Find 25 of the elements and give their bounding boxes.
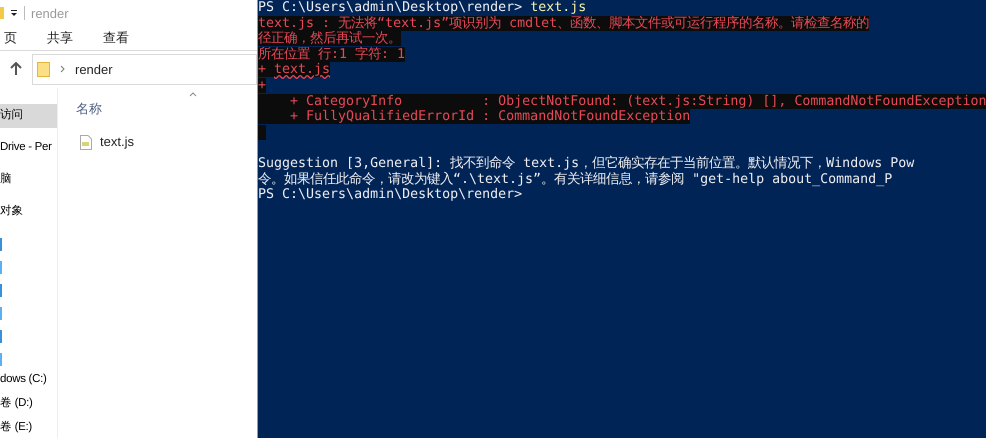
sidebar-item[interactable]: 访问 [0, 104, 57, 128]
sidebar-item[interactable]: dows (C:) [0, 370, 57, 390]
sidebar-item[interactable]: 脑 [0, 168, 57, 192]
column-header[interactable]: 名称 [76, 98, 257, 118]
up-arrow-icon[interactable] [10, 62, 22, 76]
output-line: Suggestion [3,General]: 找不到命令 text.js，但它确实存在于当前位置。默认情况下，Windows Pow [258, 156, 914, 171]
sidebar-item[interactable]: 卷 (D:) [0, 394, 57, 414]
window-title: render [31, 4, 69, 23]
output-line: 令。如果信任此命令，请改为键入“.\text.js”。有关详细信息，请参阅 "get-help about_Command_P [258, 172, 892, 187]
selection-block [258, 124, 266, 140]
ribbon-tab[interactable]: 共享 [47, 28, 73, 48]
ribbon-tab[interactable]: 查看 [103, 28, 129, 48]
address-bar[interactable]: render [32, 54, 257, 85]
sort-caret-icon [189, 92, 197, 97]
js-file-icon [80, 134, 92, 150]
ribbon-tab[interactable]: 页 [4, 28, 17, 48]
sidebar-item[interactable]: Drive - Per [0, 136, 57, 160]
chevron-icon [60, 65, 65, 74]
output-line: PS C:\Users\admin\Desktop\render> [258, 187, 522, 202]
file-item[interactable]: text.js [76, 132, 257, 152]
dropdown-icon[interactable] [10, 9, 18, 18]
sidebar-item[interactable]: 卷 (E:) [0, 418, 57, 438]
prompt-line: PS C:\Users\admin\Desktop\render> text.js [258, 0, 586, 15]
sidebar-item[interactable]: 对象 [0, 200, 57, 224]
address-crumb[interactable]: render [75, 60, 113, 80]
